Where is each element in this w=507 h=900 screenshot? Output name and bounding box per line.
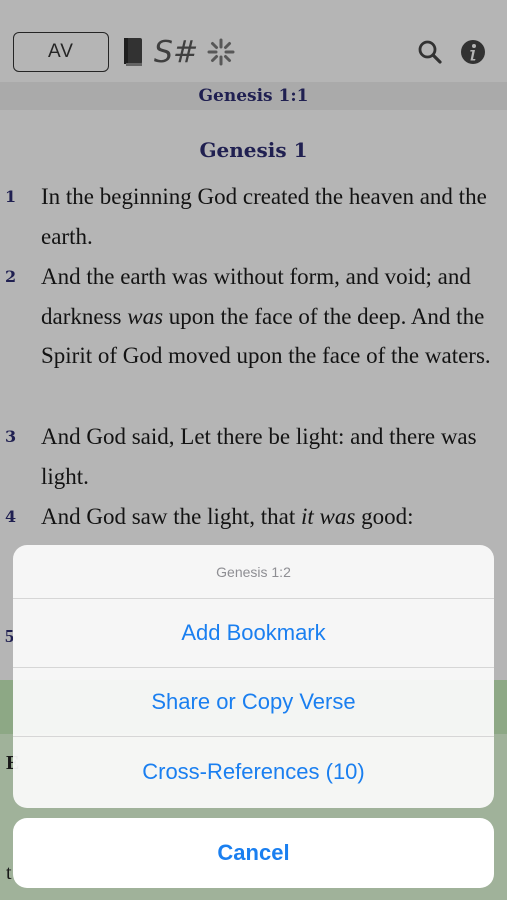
cross-references-button[interactable]: Cross-References (10): [13, 737, 494, 806]
action-sheet-title: Genesis 1:2: [13, 545, 494, 599]
action-sheet: Genesis 1:2 Add Bookmark Share or Copy V…: [13, 545, 494, 808]
share-copy-verse-button[interactable]: Share or Copy Verse: [13, 668, 494, 737]
add-bookmark-button[interactable]: Add Bookmark: [13, 599, 494, 668]
cancel-button[interactable]: Cancel: [13, 818, 494, 888]
